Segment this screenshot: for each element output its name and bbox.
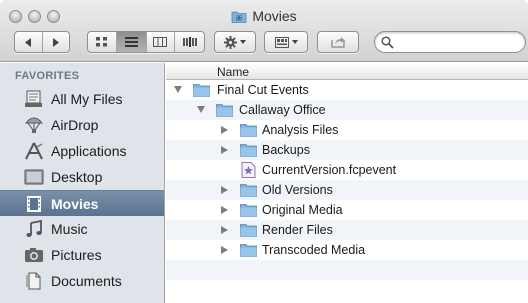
music-icon <box>26 220 42 237</box>
sidebar: FAVORITES All My Files AirDrop Applicati <box>0 63 165 303</box>
sidebar-heading: FAVORITES <box>15 70 80 82</box>
toolbar: Movies <box>0 0 528 62</box>
sidebar-item-movies[interactable]: Movies <box>0 190 164 216</box>
disclosure-triangle-collapsed-icon[interactable] <box>221 206 228 214</box>
documents-icon <box>26 272 41 290</box>
disclosure-triangle-collapsed-icon[interactable] <box>221 186 228 194</box>
sidebar-item-label: Desktop <box>51 169 103 185</box>
list-view-button[interactable] <box>116 32 147 52</box>
chevron-left-icon <box>25 37 32 47</box>
list-row-original-media[interactable]: Original Media <box>166 200 528 220</box>
sidebar-item-label: All My Files <box>51 91 123 107</box>
list-row-empty <box>166 260 528 280</box>
folder-icon <box>240 144 257 157</box>
sidebar-item-documents[interactable]: Documents <box>0 268 164 294</box>
search-icon <box>381 36 394 49</box>
coverflow-view-button[interactable] <box>175 32 204 52</box>
sidebar-item-label: Documents <box>51 273 122 289</box>
row-label: Old Versions <box>262 183 333 197</box>
folder-icon <box>240 184 257 197</box>
row-label: CurrentVersion.fcpevent <box>262 163 397 177</box>
row-label: Transcoded Media <box>262 243 366 257</box>
gear-icon <box>224 35 237 49</box>
grid-icon <box>95 37 107 47</box>
share-button-content <box>318 32 358 52</box>
sidebar-item-music[interactable]: Music <box>0 216 164 242</box>
sidebar-item-label: Music <box>51 221 88 237</box>
column-view-button[interactable] <box>147 32 176 52</box>
file-list: Name Final Cut Events Callaway Office An… <box>166 63 528 303</box>
action-menu-content <box>215 32 255 52</box>
disclosure-triangle-expanded-icon[interactable] <box>174 86 182 93</box>
forward-button[interactable] <box>43 32 70 52</box>
icon-view-button[interactable] <box>88 32 117 52</box>
sidebar-item-applications[interactable]: Applications <box>0 138 164 164</box>
folder-icon <box>240 124 257 137</box>
applications-icon <box>25 142 43 160</box>
folder-icon <box>240 204 257 217</box>
airdrop-icon <box>24 117 44 133</box>
row-label: Backups <box>262 143 310 157</box>
search-field[interactable] <box>374 31 526 53</box>
back-forward-control <box>14 31 70 53</box>
action-menu-button[interactable] <box>214 31 256 53</box>
chevron-down-icon <box>240 40 246 44</box>
list-row-old-versions[interactable]: Old Versions <box>166 180 528 200</box>
list-row-callaway-office[interactable]: Callaway Office <box>166 100 528 120</box>
fcpevent-file-icon <box>241 162 256 178</box>
movies-icon <box>27 196 41 212</box>
list-row-empty <box>166 280 528 300</box>
row-label: Render Files <box>262 223 333 237</box>
arrange-menu-button[interactable] <box>264 31 308 53</box>
row-label: Final Cut Events <box>217 83 309 97</box>
disclosure-triangle-collapsed-icon[interactable] <box>221 226 228 234</box>
folder-icon <box>240 244 257 257</box>
window-title: Movies <box>252 8 297 24</box>
disclosure-triangle-collapsed-icon[interactable] <box>221 126 228 134</box>
back-button[interactable] <box>15 32 43 52</box>
sidebar-item-label: Applications <box>51 143 127 159</box>
row-label: Original Media <box>262 203 343 217</box>
folder-icon <box>193 84 210 97</box>
list-row-render-files[interactable]: Render Files <box>166 220 528 240</box>
sidebar-item-all-my-files[interactable]: All My Files <box>0 86 164 112</box>
column-header-label: Name <box>217 65 250 79</box>
sidebar-item-label: AirDrop <box>51 117 99 133</box>
sidebar-item-desktop[interactable]: Desktop <box>0 164 164 190</box>
sidebar-item-label: Movies <box>51 196 99 212</box>
arrange-icon <box>274 36 289 48</box>
list-row-currentversion-fcpevent[interactable]: CurrentVersion.fcpevent <box>166 160 528 180</box>
list-row-analysis-files[interactable]: Analysis Files <box>166 120 528 140</box>
row-label: Callaway Office <box>239 103 326 117</box>
name-column-header[interactable]: Name <box>166 63 528 80</box>
list-icon <box>124 37 138 47</box>
finder-window: Movies FAVORITES All My Files AirDrop Ap… <box>0 0 528 303</box>
sidebar-item-label: Pictures <box>51 247 102 263</box>
view-mode-control <box>87 31 205 53</box>
share-icon <box>330 37 345 48</box>
disclosure-triangle-collapsed-icon[interactable] <box>221 146 228 154</box>
movies-folder-icon <box>231 11 247 23</box>
list-row-final-cut-events[interactable]: Final Cut Events <box>166 80 528 100</box>
folder-icon <box>216 104 233 117</box>
disclosure-triangle-expanded-icon[interactable] <box>197 106 205 113</box>
share-button[interactable] <box>317 31 359 53</box>
disclosure-triangle-collapsed-icon[interactable] <box>221 246 228 254</box>
chevron-right-icon <box>52 37 59 47</box>
chevron-down-icon <box>291 40 298 44</box>
list-row-backups[interactable]: Backups <box>166 140 528 160</box>
row-label: Analysis Files <box>262 123 339 137</box>
list-row-transcoded-media[interactable]: Transcoded Media <box>166 240 528 260</box>
all-files-icon <box>25 90 42 107</box>
folder-icon <box>240 224 257 237</box>
coverflow-icon <box>182 37 197 47</box>
window-title-bar: Movies <box>0 7 528 25</box>
sidebar-item-pictures[interactable]: Pictures <box>0 242 164 268</box>
columns-icon <box>153 37 168 47</box>
sidebar-item-airdrop[interactable]: AirDrop <box>0 112 164 138</box>
arrange-menu-content <box>265 32 307 52</box>
pictures-icon <box>25 248 43 262</box>
desktop-icon <box>24 169 44 185</box>
